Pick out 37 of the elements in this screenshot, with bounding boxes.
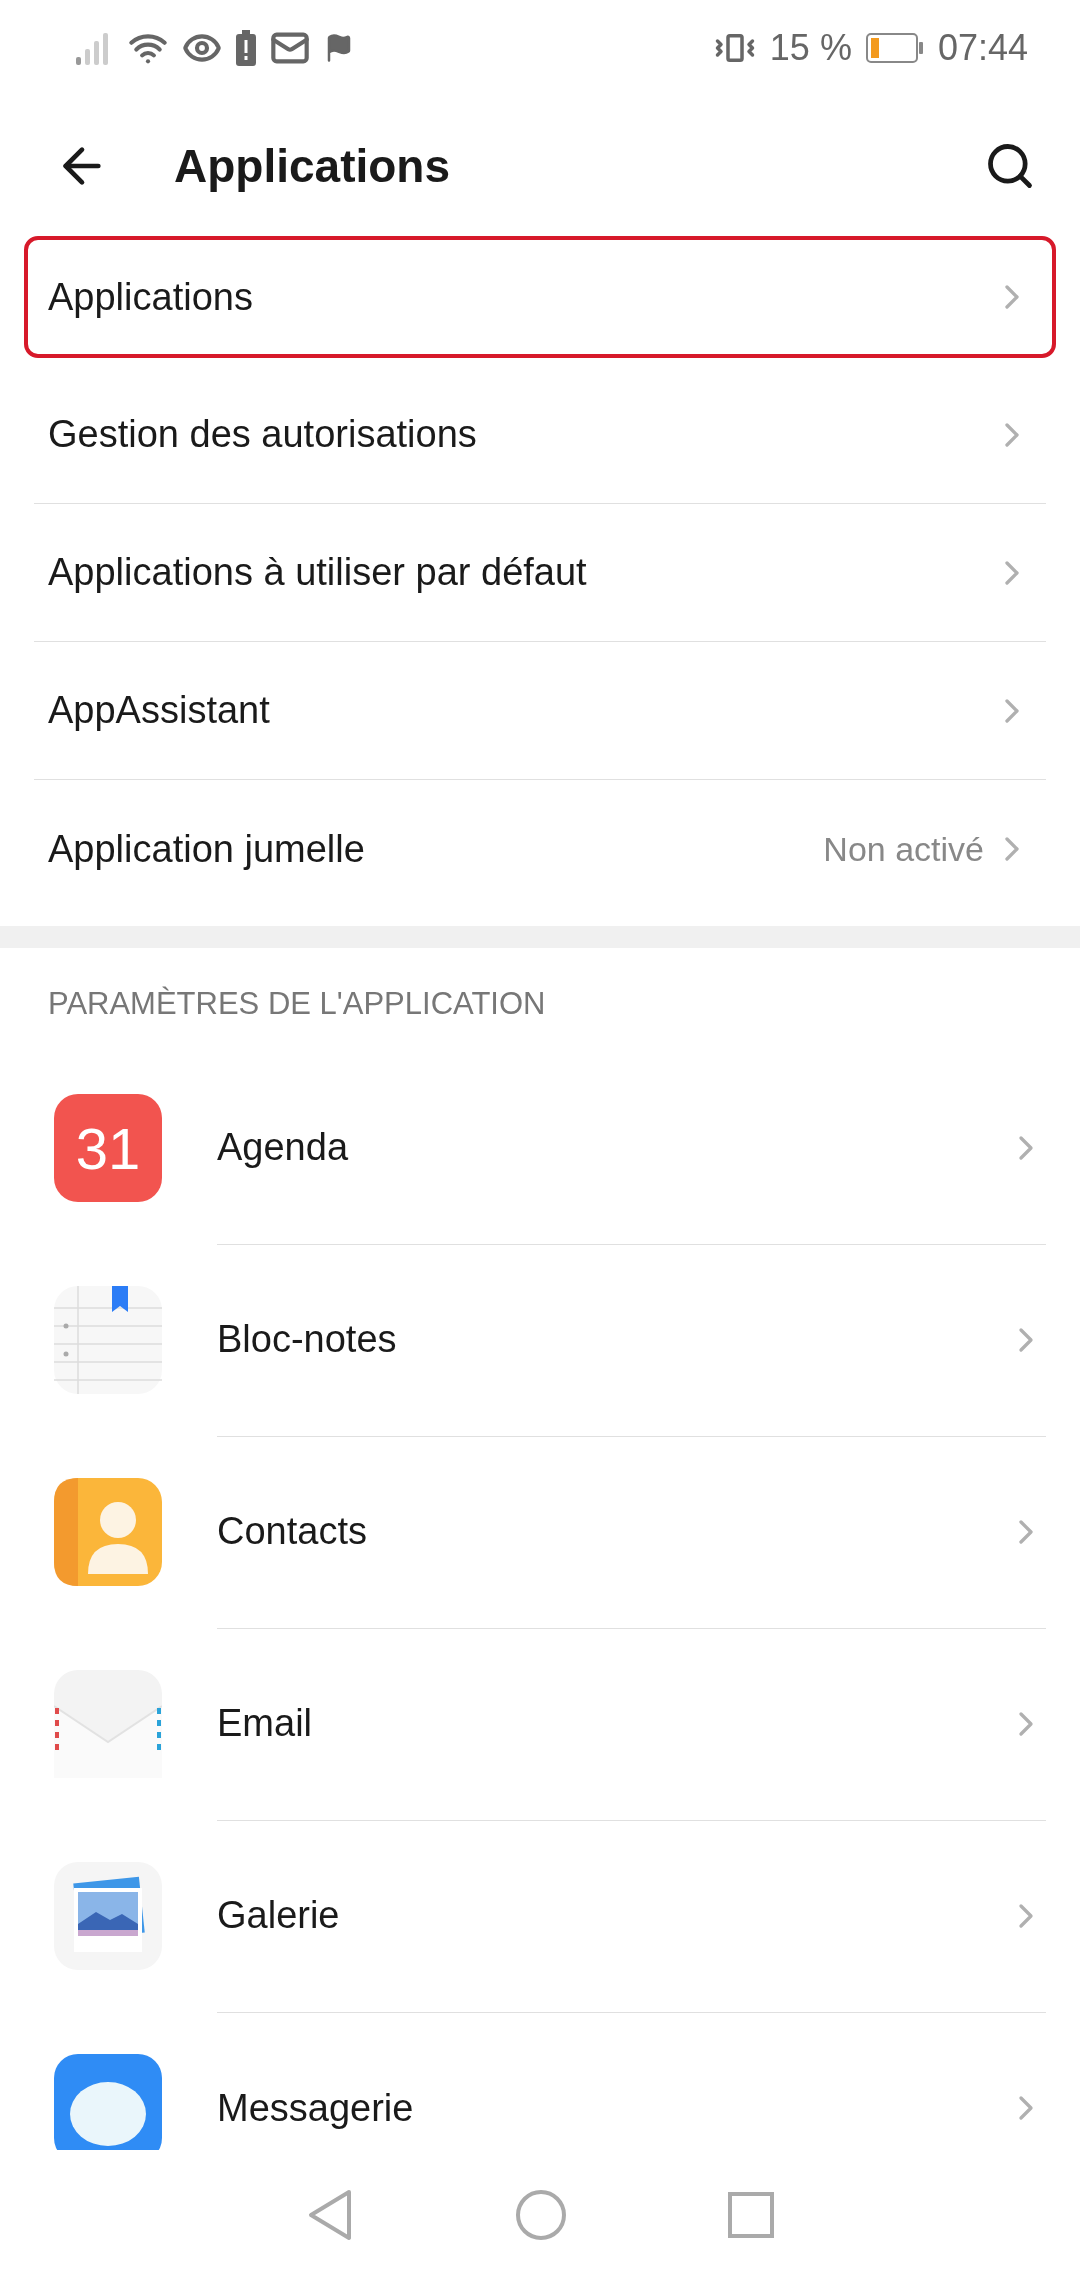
clock-time: 07:44 (937, 27, 1028, 69)
calendar-app-icon: 31 (54, 1094, 162, 1202)
app-row[interactable]: Email (0, 1628, 1080, 1820)
contacts-app-icon (54, 1478, 162, 1586)
menu-item[interactable]: AppAssistant (34, 642, 1046, 780)
app-name: Bloc-notes (217, 1318, 398, 1361)
menu-item-label: Applications à utiliser par défaut (48, 551, 588, 594)
menu-item-label: Application jumelle (48, 827, 366, 871)
menu-item-label: Gestion des autorisations (48, 413, 478, 456)
section-header: PARAMÈTRES DE L'APPLICATION (47, 985, 547, 1023)
menu-item-label: AppAssistant (48, 689, 271, 732)
battery-percent: 15 % (769, 27, 852, 69)
menu-item-value: Non activé (823, 829, 984, 869)
chat-bubble-app-icon (54, 2054, 162, 2150)
envelope-app-icon (54, 1670, 162, 1778)
app-row[interactable]: Bloc-notes (0, 1244, 1080, 1436)
battery-icon (865, 33, 924, 63)
menu-item[interactable]: Applications (24, 236, 1056, 358)
app-row[interactable]: Contacts (0, 1436, 1080, 1628)
menu-item[interactable]: Gestion des autorisations (34, 366, 1046, 504)
photos-app-icon (54, 1862, 162, 1970)
menu-item-label: Applications (48, 275, 254, 319)
app-row[interactable]: Galerie (0, 1820, 1080, 2012)
notepad-app-icon (54, 1286, 162, 1394)
app-row[interactable]: 31 Agenda (0, 1052, 1080, 1244)
app-name: Galerie (217, 1894, 341, 1937)
app-name: Messagerie (217, 2086, 415, 2130)
app-name: Agenda (217, 1126, 349, 1169)
menu-item[interactable]: Applications à utiliser par défaut (34, 504, 1046, 642)
home-nav-icon[interactable] (515, 2189, 567, 2241)
battery-alert-icon (236, 30, 256, 66)
app-name: Contacts (217, 1510, 368, 1553)
app-row[interactable]: Messagerie (0, 2012, 1080, 2150)
page-title: Applications (174, 139, 452, 193)
recents-nav-icon[interactable] (727, 2191, 775, 2239)
menu-item[interactable]: Application jumelle Non activé (34, 780, 1046, 918)
app-name: Email (217, 1702, 314, 1745)
